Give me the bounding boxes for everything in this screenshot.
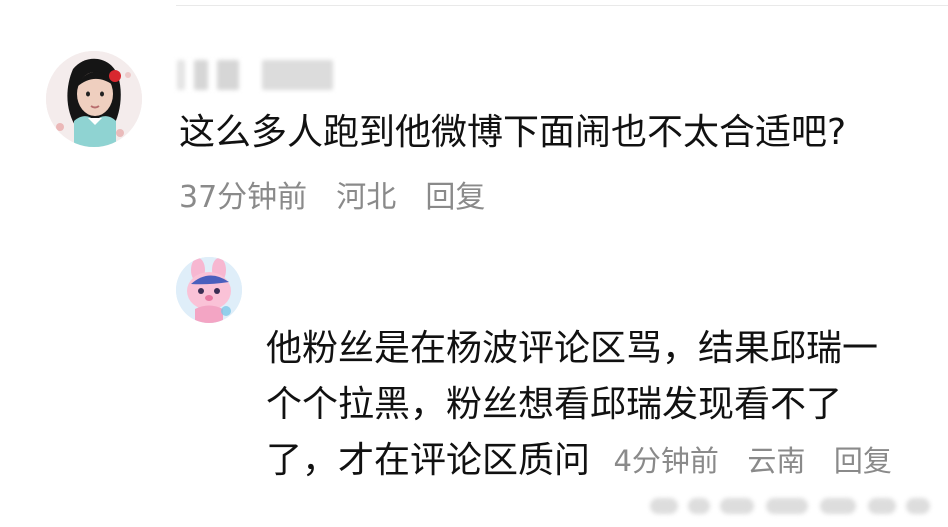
reply-line-1: 他粉丝是在杨波评论区骂，结果邱瑞一 bbox=[266, 328, 879, 369]
reply-line-3: 了，才在评论区质问 bbox=[266, 440, 591, 481]
reply-comment-text: 他粉丝是在杨波评论区骂，结果邱瑞一 个个拉黑，粉丝想看邱瑞发现看不了 了，才在评… bbox=[266, 321, 936, 489]
main-comment-location: 河北 bbox=[336, 180, 397, 215]
reply-comment-meta: 4分钟前 云南 回复 bbox=[613, 433, 891, 489]
avatar-girl-icon bbox=[46, 51, 142, 147]
main-comment-time: 37分钟前 bbox=[179, 180, 308, 215]
reply-comment-location: 云南 bbox=[747, 444, 806, 478]
watermark-blurred bbox=[650, 491, 942, 521]
reply-line-2: 个个拉黑，粉丝想看邱瑞发现看不了 bbox=[266, 384, 843, 425]
reply-comment-time: 4分钟前 bbox=[613, 444, 719, 478]
avatar-cartoon-icon bbox=[176, 257, 242, 323]
main-comment-meta: 37分钟前 河北 回复 bbox=[179, 179, 485, 217]
main-comment-text: 这么多人跑到他微博下面闹也不太合适吧? bbox=[179, 112, 847, 153]
reply-line-3-row: 了，才在评论区质问 4分钟前 云南 回复 bbox=[266, 433, 936, 489]
reply-comment-reply-button[interactable]: 回复 bbox=[834, 433, 892, 489]
main-comment-reply-button[interactable]: 回复 bbox=[425, 179, 485, 217]
username-blurred bbox=[177, 60, 333, 90]
top-divider bbox=[176, 5, 948, 6]
commenter-avatar[interactable] bbox=[46, 51, 142, 147]
reply-avatar[interactable] bbox=[176, 257, 242, 323]
